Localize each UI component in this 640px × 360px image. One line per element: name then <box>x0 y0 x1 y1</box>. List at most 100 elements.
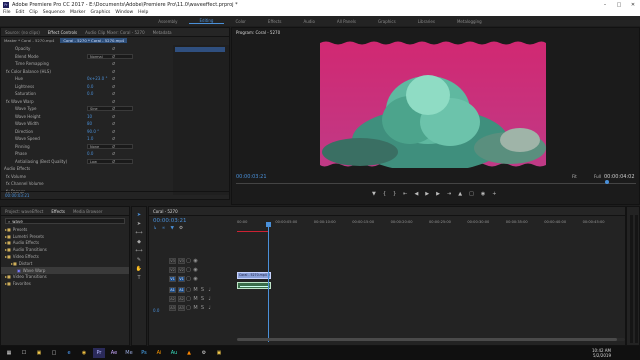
effect-property-dropdown[interactable]: None <box>87 143 133 149</box>
task-view-icon[interactable]: ☐ <box>18 348 30 358</box>
windows-start-icon[interactable]: ▦ <box>3 348 15 358</box>
photoshop-icon[interactable]: Ps <box>138 348 150 358</box>
microphone-icon[interactable]: ♩ <box>206 296 213 303</box>
effect-property-row[interactable]: Saturation 0.0 ↺ <box>1 90 173 98</box>
source-patch-button[interactable]: A2 <box>169 296 176 302</box>
effect-property-value[interactable]: 0x+23.0 ° <box>87 76 107 81</box>
reset-icon[interactable]: ↺ <box>112 121 115 126</box>
effect-property-value[interactable]: 0.0 <box>87 151 93 156</box>
track-target-button[interactable]: V3 <box>178 258 185 264</box>
audio-effect-row[interactable]: fx Channel Volume <box>1 180 173 188</box>
program-playhead[interactable] <box>605 180 609 184</box>
work-area-bar[interactable] <box>237 231 269 232</box>
reset-icon[interactable]: ↺ <box>112 136 115 141</box>
effect-property-value[interactable]: 0.0 <box>87 84 93 89</box>
effect-property-row[interactable]: Direction 90.0 ° ↺ <box>1 128 173 136</box>
menu-edit[interactable]: Edit <box>16 10 25 15</box>
track-target-button[interactable]: V1 <box>178 276 185 282</box>
workspace-audio[interactable]: Audio <box>293 19 326 24</box>
tab-audio-clip-mixer[interactable]: Audio Clip Mixer: Coral - 5270 <box>85 30 145 35</box>
resolution-select[interactable]: Full <box>594 174 601 179</box>
workspace-graphics[interactable]: Graphics <box>367 19 407 24</box>
effects-tree-item[interactable]: ▸■ Favorites <box>1 280 129 287</box>
microphone-icon[interactable]: ♩ <box>206 287 213 294</box>
workspace-assembly[interactable]: Assembly <box>147 19 188 24</box>
effect-property-row[interactable]: fx Wave Warp ↺ <box>1 98 173 106</box>
track-target-button[interactable]: A1 <box>178 287 185 293</box>
reset-icon[interactable]: ↺ <box>112 151 115 156</box>
mute-icon[interactable]: M <box>192 296 199 303</box>
export-frame-icon[interactable]: ◉ <box>481 191 485 197</box>
effect-property-row[interactable]: Wave Height 10 ↺ <box>1 113 173 121</box>
lock-icon[interactable]: ▢ <box>185 267 192 274</box>
effects-tree-item[interactable]: ▸■ Video Transitions <box>1 274 129 281</box>
workspace-effects[interactable]: Effects <box>257 19 293 24</box>
media-encoder-icon[interactable]: Me <box>123 348 135 358</box>
lock-icon[interactable]: ▢ <box>185 258 192 265</box>
track-select-tool-icon[interactable]: ➤ <box>137 221 141 227</box>
eye-icon[interactable]: ◉ <box>192 276 199 283</box>
track-header[interactable]: A2 A2 ▢ M S ♩ <box>149 295 237 303</box>
reset-icon[interactable]: ↺ <box>112 159 115 164</box>
mark-out-icon[interactable]: } <box>393 191 396 197</box>
effects-tree-item[interactable]: ▸■ Audio Effects <box>1 240 129 247</box>
reset-icon[interactable]: ↺ <box>112 106 115 111</box>
source-patch-button[interactable]: A1 <box>169 287 176 293</box>
selection-tool-icon[interactable]: ➤ <box>137 212 141 218</box>
timeline-scrollbar[interactable] <box>237 338 625 341</box>
program-scrubber[interactable] <box>236 183 636 184</box>
source-patch-button[interactable]: V1 <box>169 276 176 282</box>
effect-property-row[interactable]: Blend Mode Normal ↺ <box>1 53 173 61</box>
fit-select[interactable]: Fit <box>572 174 577 179</box>
track-target-button[interactable]: A2 <box>178 296 185 302</box>
effect-property-value[interactable]: 80 <box>87 121 92 126</box>
lock-icon[interactable]: ▢ <box>185 296 192 303</box>
effect-property-dropdown[interactable]: Normal <box>87 53 133 59</box>
source-patch-button[interactable]: V3 <box>169 258 176 264</box>
effect-property-dropdown[interactable]: Low <box>87 158 133 164</box>
effect-property-row[interactable]: Hue 0x+23.0 ° ↺ <box>1 75 173 83</box>
premiere-taskbar-icon[interactable]: Pr <box>93 348 105 358</box>
effect-property-value[interactable]: 0.0 <box>87 91 93 96</box>
solo-icon[interactable]: S <box>199 287 206 294</box>
timeline-ruler[interactable]: 00:00 00:00:05:00 00:00:10:00 00:00:15:00 00… <box>237 218 621 229</box>
go-to-out-icon[interactable]: ⇥ <box>447 191 451 197</box>
tab-effects[interactable]: Effects <box>51 209 65 214</box>
linked-selection-icon[interactable]: ∞ <box>162 226 166 231</box>
lock-icon[interactable]: ▢ <box>185 276 192 283</box>
effect-property-dropdown[interactable]: Sine <box>87 106 133 112</box>
minimize-button[interactable]: – <box>598 0 612 9</box>
sequence-clip-label[interactable]: Coral - 5270 * Coral - 5270.mp4 <box>60 38 128 43</box>
snap-icon[interactable]: ↳ <box>153 226 157 231</box>
effect-property-row[interactable]: fx Color Balance (HLS) ↺ <box>1 68 173 76</box>
keyframe-area[interactable] <box>173 45 229 195</box>
video-clip[interactable]: Coral - 5270.mp4 [V] <box>237 272 271 279</box>
playhead-handle[interactable] <box>266 222 271 227</box>
menu-file[interactable]: File <box>3 10 11 15</box>
track-header[interactable]: V3 V3 ▢ ◉ <box>149 257 237 265</box>
source-patch-button[interactable]: V2 <box>169 267 176 273</box>
lock-icon[interactable]: ▢ <box>185 287 192 294</box>
razor-tool-icon[interactable]: ◆ <box>137 239 141 245</box>
type-tool-icon[interactable]: T <box>137 275 140 281</box>
store-icon[interactable]: □ <box>48 348 60 358</box>
solo-icon[interactable]: S <box>199 305 206 312</box>
eye-icon[interactable]: ◉ <box>192 258 199 265</box>
effects-tree-item[interactable]: ▣ Wave Warp <box>1 266 129 274</box>
track-header[interactable]: V1 V1 ▢ ◉ <box>149 275 237 283</box>
effect-property-row[interactable]: Wave Type Sine ↺ <box>1 105 173 113</box>
effect-property-value[interactable]: 90.0 ° <box>87 129 99 134</box>
folder-icon[interactable]: ▣ <box>213 348 225 358</box>
reset-icon[interactable]: ↺ <box>112 76 115 81</box>
reset-icon[interactable]: ↺ <box>112 69 115 74</box>
source-patch-button[interactable]: A3 <box>169 305 176 311</box>
hand-tool-icon[interactable]: ✋ <box>136 266 142 272</box>
effects-search-field[interactable]: ⌕ wave <box>5 218 125 224</box>
menu-sequence[interactable]: Sequence <box>43 10 65 15</box>
workspace-all-panels[interactable]: All Panels <box>326 19 367 24</box>
tab-source[interactable]: Source: (no clips) <box>5 30 40 35</box>
effect-property-row[interactable]: Time Remapping ↺ <box>1 60 173 68</box>
mute-icon[interactable]: M <box>192 287 199 294</box>
tab-media-browser[interactable]: Media Browser <box>73 209 103 214</box>
microphone-icon[interactable]: ♩ <box>206 305 213 312</box>
